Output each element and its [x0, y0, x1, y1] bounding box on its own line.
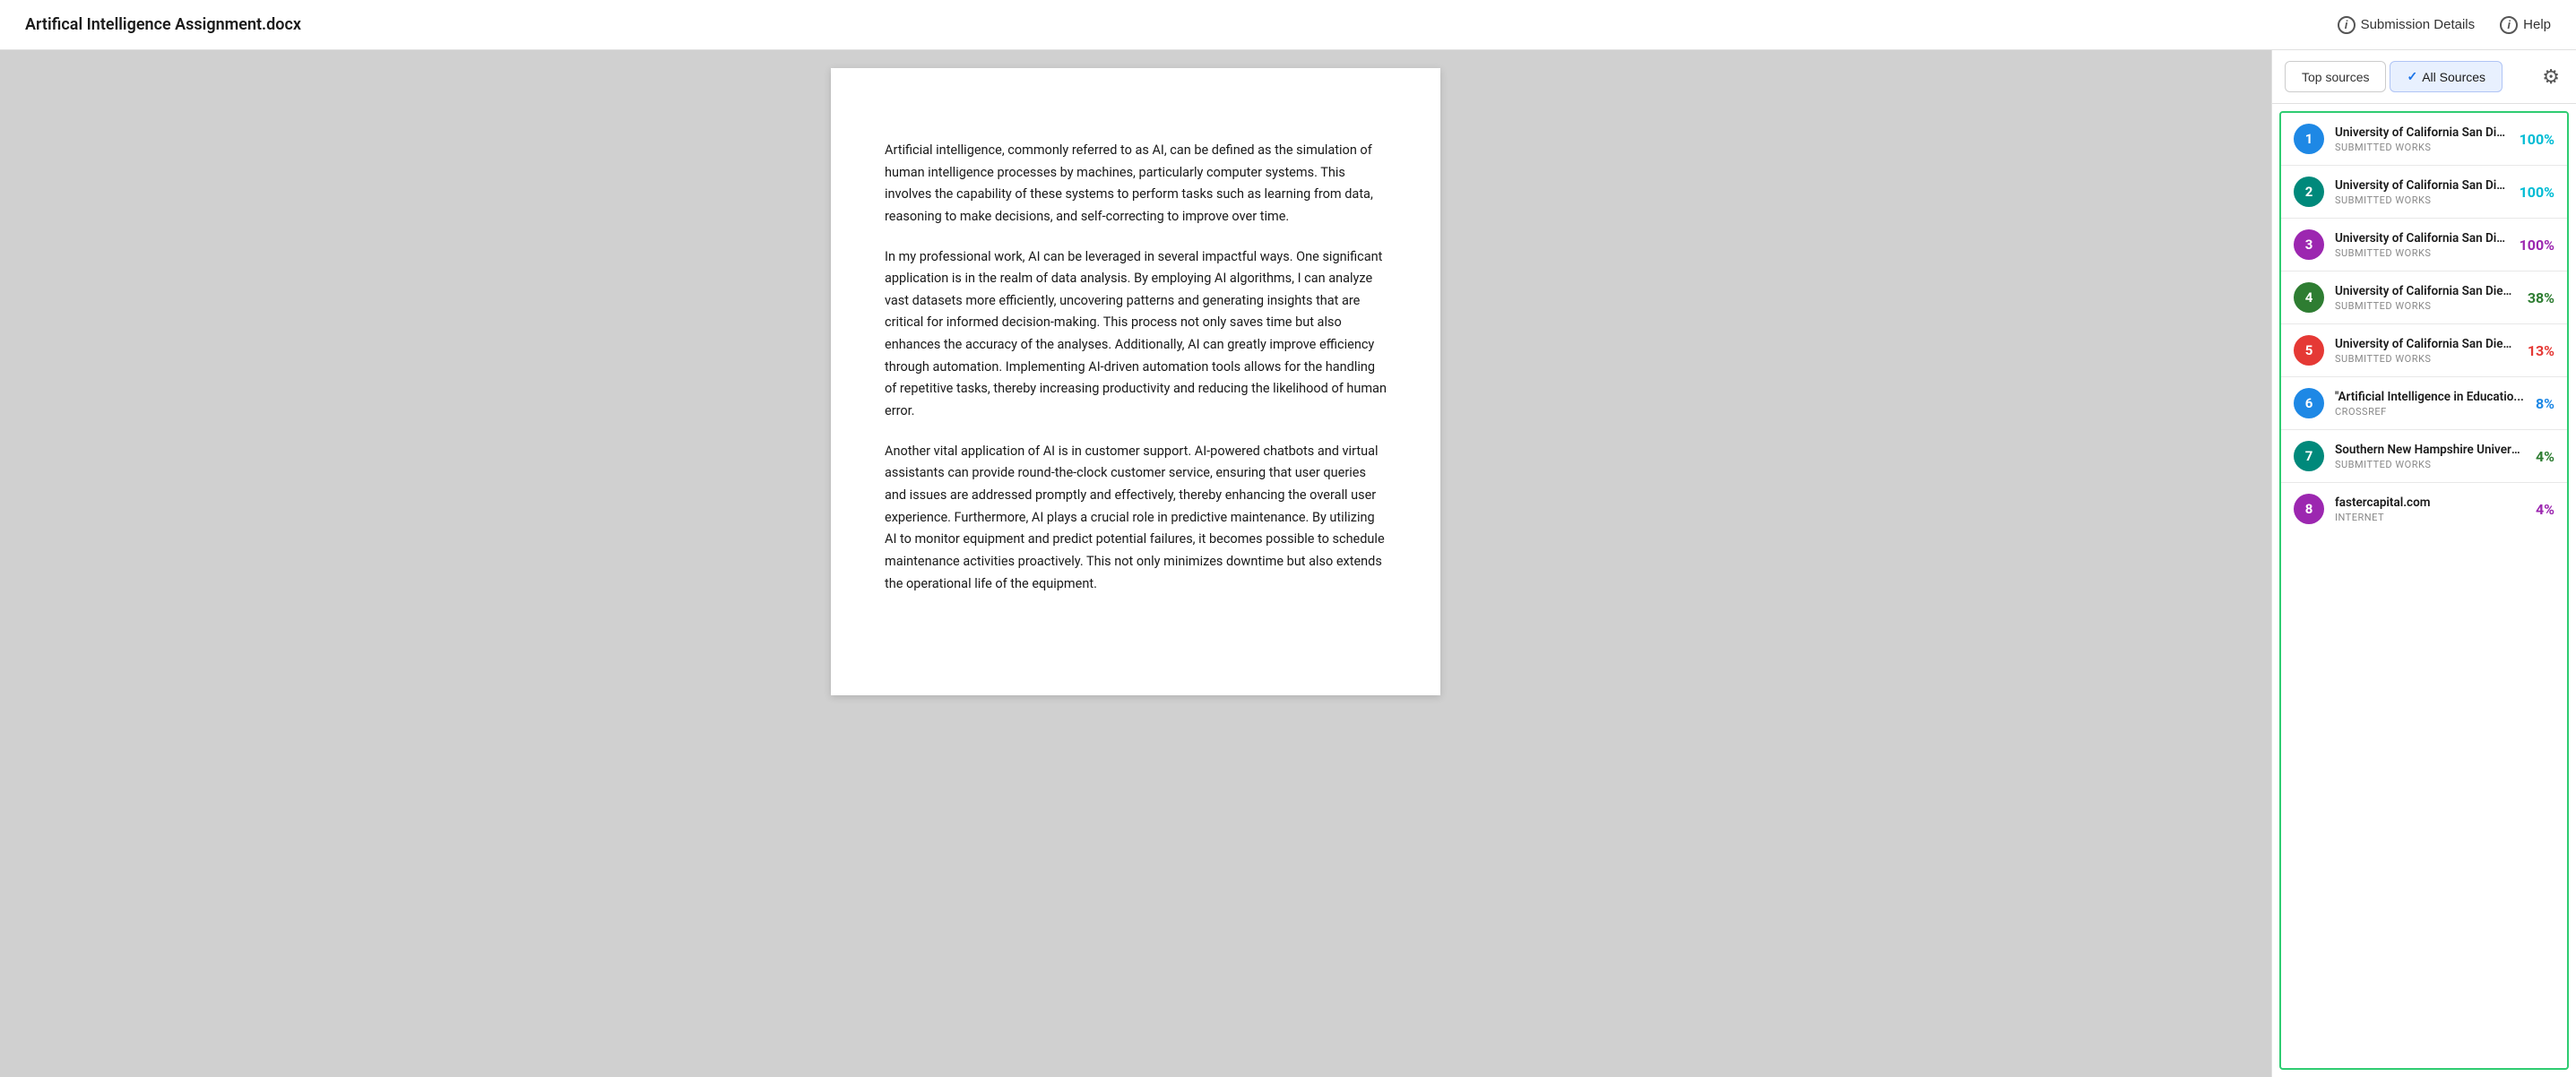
- source-info: University of California San Dieg... SUBM…: [2335, 337, 2517, 365]
- source-percentage: 100%: [2520, 131, 2554, 148]
- main-layout: Artificial intelligence, commonly referr…: [0, 50, 2576, 1077]
- document-paragraph: Artificial intelligence, commonly referr…: [885, 140, 1387, 228]
- source-rank-badge: 8: [2294, 494, 2324, 524]
- source-type: SUBMITTED WORKS: [2335, 459, 2525, 470]
- tabs-container: Top sources All Sources: [2285, 61, 2503, 92]
- source-percentage: 38%: [2528, 289, 2554, 306]
- gear-icon: ⚙: [2542, 65, 2560, 88]
- settings-button[interactable]: ⚙: [2538, 62, 2563, 92]
- document-paragraph: Another vital application of AI is in cu…: [885, 441, 1387, 595]
- source-rank-badge: 6: [2294, 388, 2324, 418]
- help-button[interactable]: i Help: [2500, 16, 2551, 34]
- source-name: University of California San Die...: [2335, 178, 2509, 193]
- header: Artifical Intelligence Assignment.docx i…: [0, 0, 2576, 50]
- source-rank-badge: 4: [2294, 282, 2324, 313]
- source-info: University of California San Dieg... SUBM…: [2335, 284, 2517, 312]
- source-info: "Artificial Intelligence in Educatio... C…: [2335, 390, 2525, 418]
- document-area: Artificial intelligence, commonly referr…: [0, 50, 2271, 1077]
- source-item[interactable]: 2 University of California San Die...SUBM…: [2281, 166, 2567, 219]
- source-name: "Artificial Intelligence in Educatio...: [2335, 390, 2525, 404]
- source-name: University of California San Dieg...: [2335, 337, 2517, 351]
- source-item[interactable]: 8 fastercapital.com INTERNET 4%: [2281, 483, 2567, 535]
- help-icon: i: [2500, 16, 2518, 34]
- source-percentage: 4%: [2536, 501, 2554, 518]
- document-title: Artifical Intelligence Assignment.docx: [25, 15, 301, 34]
- source-item[interactable]: 7 Southern New Hampshire Univers... SUBMIT…: [2281, 430, 2567, 483]
- source-item[interactable]: 6 "Artificial Intelligence in Educatio...…: [2281, 377, 2567, 430]
- source-name: Southern New Hampshire Univers...: [2335, 443, 2525, 457]
- source-name: University of California San Die...: [2335, 231, 2509, 246]
- source-type: INTERNET: [2335, 512, 2525, 523]
- source-item[interactable]: 1 University of California San Die... SUBM…: [2281, 113, 2567, 166]
- source-name: University of California San Dieg...: [2335, 284, 2517, 298]
- source-info: University of California San Die...SUBMI…: [2335, 231, 2509, 259]
- source-type: SUBMITTED WORKS: [2335, 142, 2509, 153]
- source-type: SUBMITTED WORKS: [2335, 353, 2517, 365]
- source-percentage: 13%: [2528, 342, 2554, 359]
- tab-all-sources[interactable]: All Sources: [2390, 61, 2503, 92]
- header-actions: i Submission Details i Help: [2338, 16, 2551, 34]
- source-rank-badge: 3: [2294, 229, 2324, 260]
- tab-bar: Top sources All Sources ⚙: [2272, 50, 2576, 104]
- document-page: Artificial intelligence, commonly referr…: [831, 68, 1440, 695]
- sources-list: 1University of California San Die...SUBM…: [2279, 111, 2569, 1070]
- source-type: SUBMITTED WORKS: [2335, 194, 2509, 206]
- source-percentage: 4%: [2536, 448, 2554, 465]
- source-rank-badge: 7: [2294, 441, 2324, 471]
- source-info: fastercapital.com INTERNET: [2335, 495, 2525, 523]
- source-percentage: 100%: [2520, 237, 2554, 254]
- source-item[interactable]: 5 University of California San Dieg... SUB…: [2281, 324, 2567, 377]
- source-item[interactable]: 4 University of California San Dieg... SUB…: [2281, 271, 2567, 324]
- tab-top-sources[interactable]: Top sources: [2285, 61, 2386, 92]
- source-type: SUBMITTED WORKS: [2335, 300, 2517, 312]
- source-type: SUBMITTED WORKS: [2335, 247, 2509, 259]
- source-percentage: 8%: [2536, 395, 2554, 412]
- source-info: University of California San Die...SUBMI…: [2335, 178, 2509, 206]
- source-rank-badge: 5: [2294, 335, 2324, 366]
- info-icon: i: [2338, 16, 2356, 34]
- source-type: CROSSREF: [2335, 406, 2525, 418]
- source-info: Southern New Hampshire Univers... SUBMITT…: [2335, 443, 2525, 470]
- source-percentage: 100%: [2520, 184, 2554, 201]
- source-rank-badge: 2: [2294, 177, 2324, 207]
- document-paragraph: In my professional work, AI can be lever…: [885, 246, 1387, 423]
- source-rank-badge: 1: [2294, 124, 2324, 154]
- source-info: University of California San Die... SUBMI…: [2335, 125, 2509, 153]
- source-name: fastercapital.com: [2335, 495, 2525, 510]
- source-name: University of California San Die...: [2335, 125, 2509, 140]
- source-item[interactable]: 3 University of California San Die...SUBM…: [2281, 219, 2567, 271]
- right-panel: Top sources All Sources ⚙ 1 University of…: [2271, 50, 2576, 1077]
- submission-details-button[interactable]: i Submission Details: [2338, 16, 2476, 34]
